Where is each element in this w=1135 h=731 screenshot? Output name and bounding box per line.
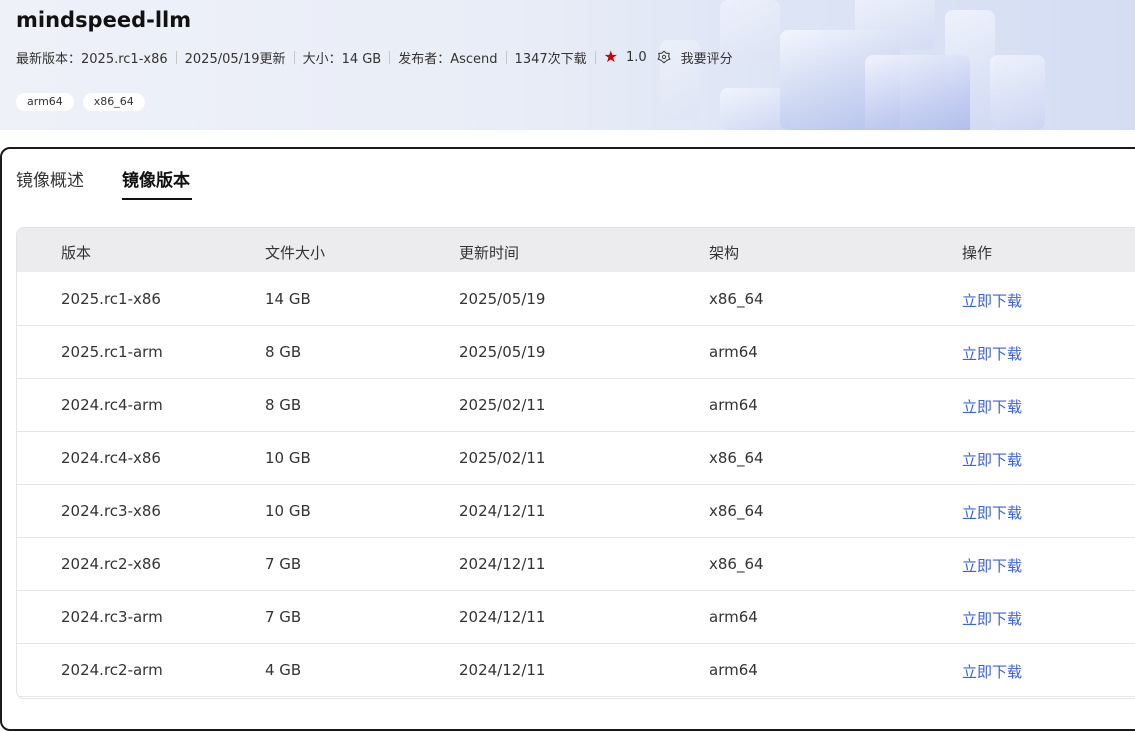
table-row: 2025.rc1-x86 14 GB 2025/05/19 x86_64 立即下… <box>17 272 1135 326</box>
arch-cell: arm64 <box>709 608 758 626</box>
tag-x86_64[interactable]: x86_64 <box>82 93 145 111</box>
version-cell: 2024.rc4-arm <box>61 396 163 414</box>
size-cell: 8 GB <box>265 343 302 361</box>
table-row: 2025.rc1-arm 8 GB 2025/05/19 arm64 立即下载 <box>17 325 1135 379</box>
download-link[interactable]: 立即下载 <box>962 661 1022 682</box>
divider <box>293 50 295 64</box>
date-cell: 2024/12/11 <box>459 555 546 573</box>
arch-cell: x86_64 <box>709 290 764 308</box>
column-header-action: 操作 <box>962 244 993 262</box>
version-cell: 2024.rc2-x86 <box>61 555 161 573</box>
table-header: 版本 文件大小 更新时间 架构 操作 <box>17 228 1135 272</box>
arch-cell: x86_64 <box>709 502 764 520</box>
rating-value: 1.0 <box>625 49 647 65</box>
divider <box>505 50 507 64</box>
image-size: 大小：14 GB <box>302 51 382 67</box>
download-link[interactable]: 立即下载 <box>962 396 1022 417</box>
arch-cell: arm64 <box>709 343 758 361</box>
size-cell: 4 GB <box>265 661 302 679</box>
version-cell: 2024.rc3-x86 <box>61 502 161 520</box>
date-cell: 2025/05/19 <box>459 290 546 308</box>
banner-decoration <box>990 55 1045 130</box>
page-title: mindspeed-llm <box>16 8 192 32</box>
date-cell: 2025/02/11 <box>459 396 546 414</box>
column-header-updated: 更新时间 <box>459 244 520 262</box>
arch-cell: arm64 <box>709 396 758 414</box>
download-link[interactable]: 立即下载 <box>962 555 1022 576</box>
banner-decoration <box>865 55 970 130</box>
tag-arm64[interactable]: arm64 <box>16 93 74 111</box>
size-cell: 8 GB <box>265 396 302 414</box>
arch-cell: arm64 <box>709 661 758 679</box>
table-row: 2024.rc4-arm 8 GB 2025/02/11 arm64 立即下载 <box>17 378 1135 432</box>
arch-cell: x86_64 <box>709 449 764 467</box>
download-link[interactable]: 立即下载 <box>962 502 1022 523</box>
date-cell: 2025/02/11 <box>459 449 546 467</box>
header-banner: mindspeed-llm 最新版本：2025.rc1-x86 2025/05/… <box>0 0 1135 130</box>
arch-cell: x86_64 <box>709 555 764 573</box>
version-cell: 2024.rc3-arm <box>61 608 163 626</box>
date-cell: 2025/05/19 <box>459 343 546 361</box>
divider <box>389 50 391 64</box>
rate-icon[interactable] <box>657 50 671 64</box>
date-cell: 2024/12/11 <box>459 502 546 520</box>
download-link[interactable]: 立即下载 <box>962 343 1022 364</box>
image-meta: 最新版本：2025.rc1-x86 2025/05/19更新 大小：14 GB … <box>16 47 733 67</box>
column-header-arch: 架构 <box>709 244 740 262</box>
size-cell: 14 GB <box>265 290 311 308</box>
table-row: 2024.rc2-x86 7 GB 2024/12/11 x86_64 立即下载 <box>17 537 1135 591</box>
table-row: 2024.rc2-arm 4 GB 2024/12/11 arm64 立即下载 <box>17 643 1135 697</box>
publisher: 发布者：Ascend <box>398 51 498 67</box>
download-count: 1347次下载 <box>514 51 587 67</box>
version-cell: 2025.rc1-x86 <box>61 290 161 308</box>
size-cell: 10 GB <box>265 449 311 467</box>
table-row: 2024.rc3-arm 7 GB 2024/12/11 arm64 立即下载 <box>17 590 1135 644</box>
download-link[interactable]: 立即下载 <box>962 608 1022 629</box>
latest-version: 最新版本：2025.rc1-x86 <box>16 51 168 67</box>
active-tab-indicator <box>122 198 192 200</box>
table-row: 2024.rc3-x86 10 GB 2024/12/11 x86_64 立即下… <box>17 484 1135 538</box>
divider <box>175 50 177 64</box>
version-cell: 2025.rc1-arm <box>61 343 163 361</box>
rate-button[interactable]: 我要评分 <box>681 48 733 67</box>
size-cell: 10 GB <box>265 502 311 520</box>
tab-overview[interactable]: 镜像概述 <box>16 169 84 193</box>
column-header-size: 文件大小 <box>265 244 326 262</box>
versions-table: 版本 文件大小 更新时间 架构 操作 2025.rc1-x86 14 GB 20… <box>16 227 1135 699</box>
divider <box>594 50 596 64</box>
date-cell: 2024/12/11 <box>459 608 546 626</box>
updated-date: 2025/05/19更新 <box>184 51 286 67</box>
version-cell: 2024.rc2-arm <box>61 661 163 679</box>
tab-versions[interactable]: 镜像版本 <box>122 169 190 193</box>
column-header-version: 版本 <box>61 244 92 262</box>
date-cell: 2024/12/11 <box>459 661 546 679</box>
arch-tags: arm64 x86_64 <box>16 93 145 111</box>
star-icon: ★ <box>603 47 618 66</box>
version-cell: 2024.rc4-x86 <box>61 449 161 467</box>
table-row: 2024.rc4-x86 10 GB 2025/02/11 x86_64 立即下… <box>17 431 1135 485</box>
download-link[interactable]: 立即下载 <box>962 290 1022 311</box>
download-link[interactable]: 立即下载 <box>962 449 1022 470</box>
size-cell: 7 GB <box>265 555 302 573</box>
size-cell: 7 GB <box>265 608 302 626</box>
